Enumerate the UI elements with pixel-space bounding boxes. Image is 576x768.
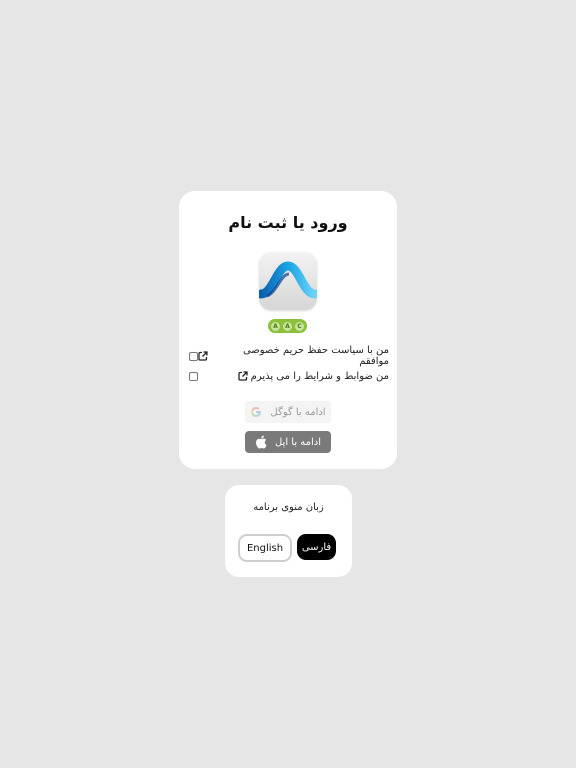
farsi-language-button[interactable]: فارسی [297,534,336,560]
terms-text: من ضوابط و شرایط را می پذیرم [237,370,389,382]
external-link-icon[interactable] [237,371,248,381]
google-signin-button[interactable]: ادامه با گوگل [245,401,331,423]
english-language-button[interactable]: English [238,534,292,562]
privacy-row: من با سیاست حفظ حریم خصوصی موافقم [189,345,389,367]
apple-signin-button[interactable]: ادامه با اپل [245,431,331,453]
privacy-label: من با سیاست حفظ حریم خصوصی موافقم [242,345,389,367]
privacy-text: من با سیاست حفظ حریم خصوصی موافقم [198,345,389,367]
apple-icon [256,435,267,449]
app-logo-graphic [259,261,317,299]
badge-letter: A [283,321,292,331]
google-icon [251,407,262,417]
auth-card: ورود یا ثبت نام A A C من با سیاست حفظ حر… [179,191,397,469]
language-card: زبان منوی برنامه English فارسی [225,485,352,577]
page-title: ورود یا ثبت نام [228,213,348,232]
badge-letter: A [271,321,280,331]
external-link-icon[interactable] [198,351,208,361]
apple-label: ادامه با اپل [274,436,322,448]
badge-letter: C [295,321,304,331]
brand-badge: A A C [268,319,307,333]
terms-row: من ضوابط و شرایط را می پذیرم [189,368,389,384]
privacy-checkbox[interactable] [189,351,198,361]
google-label: ادامه با گوگل [270,406,326,418]
app-logo [259,252,317,310]
terms-checkbox[interactable] [189,371,198,381]
language-title: زبان منوی برنامه [253,502,324,513]
terms-label: من ضوابط و شرایط را می پذیرم [250,370,389,382]
